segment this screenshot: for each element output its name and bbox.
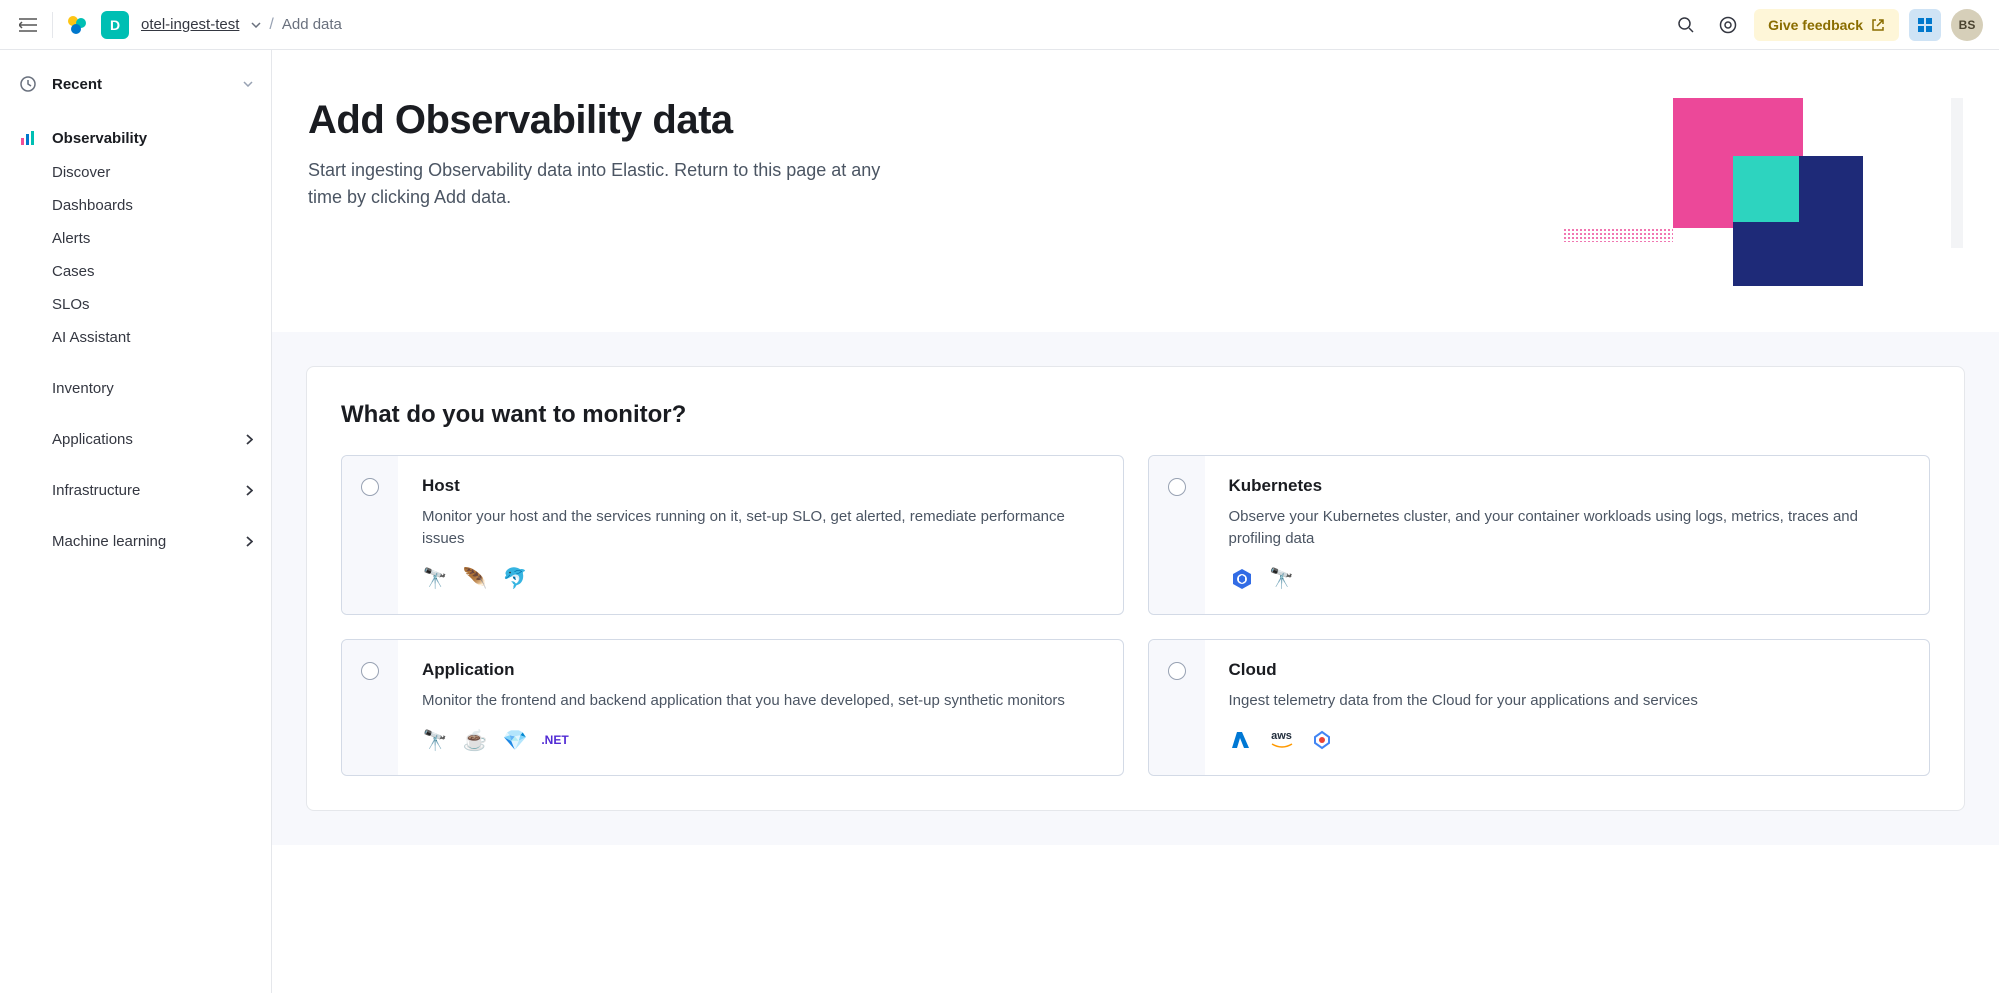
sidebar-recent[interactable]: Recent bbox=[8, 66, 263, 102]
option-kubernetes-desc: Observe your Kubernetes cluster, and you… bbox=[1229, 506, 1908, 550]
chevron-down-icon bbox=[243, 81, 253, 87]
option-host[interactable]: Host Monitor your host and the services … bbox=[341, 455, 1124, 615]
java-icon: ☕ bbox=[462, 727, 488, 753]
sidebar-observability[interactable]: Observability bbox=[8, 120, 263, 156]
monitor-card: What do you want to monitor? Host Monito… bbox=[306, 366, 1965, 811]
clock-icon bbox=[18, 74, 38, 94]
sidebar-item-inventory[interactable]: Inventory bbox=[8, 372, 263, 405]
option-host-title: Host bbox=[422, 476, 1101, 496]
main-content: Add Observability data Start ingesting O… bbox=[272, 50, 1999, 993]
option-kubernetes-title: Kubernetes bbox=[1229, 476, 1908, 496]
breadcrumb-project-link[interactable]: otel-ingest-test bbox=[141, 16, 239, 33]
search-icon bbox=[1677, 16, 1695, 34]
feedback-label: Give feedback bbox=[1768, 17, 1863, 33]
collapse-nav-button[interactable] bbox=[16, 13, 40, 37]
header-divider bbox=[52, 12, 53, 38]
give-feedback-button[interactable]: Give feedback bbox=[1754, 9, 1899, 41]
collapse-icon bbox=[19, 18, 37, 32]
page-header-text: Add Observability data Start ingesting O… bbox=[308, 98, 888, 288]
telescope-icon: 🔭 bbox=[422, 727, 448, 753]
chevron-right-icon bbox=[246, 434, 253, 445]
breadcrumb-current: Add data bbox=[282, 16, 342, 33]
external-link-icon bbox=[1871, 18, 1885, 32]
sidebar-item-discover[interactable]: Discover bbox=[8, 156, 263, 189]
option-kubernetes-icons: 🔭 bbox=[1229, 566, 1908, 592]
page-header: Add Observability data Start ingesting O… bbox=[272, 50, 1999, 332]
sidebar-item-ai-assistant[interactable]: AI Assistant bbox=[8, 321, 263, 354]
space-selector[interactable]: D bbox=[101, 11, 129, 39]
search-button[interactable] bbox=[1670, 9, 1702, 41]
sidebar: Recent Observability Discover Dashboards… bbox=[0, 50, 272, 993]
sidebar-item-slos[interactable]: SLOs bbox=[8, 288, 263, 321]
telescope-icon: 🔭 bbox=[1269, 566, 1295, 592]
chevron-right-icon bbox=[246, 536, 253, 547]
monitor-options-grid: Host Monitor your host and the services … bbox=[341, 455, 1930, 776]
option-application-icons: 🔭 ☕ 💎 .NET bbox=[422, 727, 1101, 753]
option-cloud-title: Cloud bbox=[1229, 660, 1908, 680]
infrastructure-label: Infrastructure bbox=[52, 482, 140, 499]
sidebar-item-machine-learning[interactable]: Machine learning bbox=[8, 525, 263, 558]
feather-icon: 🪶 bbox=[462, 566, 488, 592]
chevron-right-icon bbox=[246, 485, 253, 496]
option-host-icons: 🔭 🪶 🐬 bbox=[422, 566, 1101, 592]
chevron-down-icon[interactable] bbox=[251, 22, 261, 28]
app-header: D otel-ingest-test / Add data Give feedb… bbox=[0, 0, 1999, 50]
observability-icon bbox=[18, 128, 38, 148]
option-application-desc: Monitor the frontend and backend applica… bbox=[422, 690, 1101, 712]
breadcrumb-separator: / bbox=[269, 16, 273, 34]
dotnet-icon: .NET bbox=[542, 727, 568, 753]
sidebar-item-dashboards[interactable]: Dashboards bbox=[8, 189, 263, 222]
radio-kubernetes[interactable] bbox=[1168, 478, 1186, 496]
option-cloud-icons: aws bbox=[1229, 727, 1908, 753]
header-right: Give feedback BS bbox=[1670, 9, 1983, 41]
lifebuoy-icon bbox=[1719, 16, 1737, 34]
apps-grid-icon bbox=[1917, 17, 1933, 33]
option-kubernetes[interactable]: Kubernetes Observe your Kubernetes clust… bbox=[1148, 455, 1931, 615]
breadcrumb: otel-ingest-test / Add data bbox=[141, 16, 342, 34]
sidebar-observability-label: Observability bbox=[52, 130, 147, 147]
mysql-icon: 🐬 bbox=[502, 566, 528, 592]
sidebar-item-cases[interactable]: Cases bbox=[8, 255, 263, 288]
option-host-desc: Monitor your host and the services runni… bbox=[422, 506, 1101, 550]
azure-icon bbox=[1229, 727, 1255, 753]
option-cloud[interactable]: Cloud Ingest telemetry data from the Clo… bbox=[1148, 639, 1931, 777]
gcp-icon bbox=[1309, 727, 1335, 753]
option-cloud-desc: Ingest telemetry data from the Cloud for… bbox=[1229, 690, 1908, 712]
content-area: What do you want to monitor? Host Monito… bbox=[272, 332, 1999, 845]
sidebar-item-infrastructure[interactable]: Infrastructure bbox=[8, 474, 263, 507]
telescope-icon: 🔭 bbox=[422, 566, 448, 592]
option-application[interactable]: Application Monitor the frontend and bac… bbox=[341, 639, 1124, 777]
radio-cloud[interactable] bbox=[1168, 662, 1186, 680]
applications-label: Applications bbox=[52, 431, 133, 448]
help-button[interactable] bbox=[1712, 9, 1744, 41]
radio-host[interactable] bbox=[361, 478, 379, 496]
page-title: Add Observability data bbox=[308, 98, 888, 143]
layout: Recent Observability Discover Dashboards… bbox=[0, 50, 1999, 993]
sidebar-item-applications[interactable]: Applications bbox=[8, 423, 263, 456]
header-left: D otel-ingest-test / Add data bbox=[16, 11, 1658, 39]
kubernetes-icon bbox=[1229, 566, 1255, 592]
page-subtitle: Start ingesting Observability data into … bbox=[308, 157, 888, 211]
machine-learning-label: Machine learning bbox=[52, 533, 166, 550]
apps-button[interactable] bbox=[1909, 9, 1941, 41]
option-application-title: Application bbox=[422, 660, 1101, 680]
sidebar-item-alerts[interactable]: Alerts bbox=[8, 222, 263, 255]
aws-icon: aws bbox=[1269, 727, 1295, 753]
monitor-heading: What do you want to monitor? bbox=[341, 401, 1930, 429]
ruby-icon: 💎 bbox=[502, 727, 528, 753]
user-avatar[interactable]: BS bbox=[1951, 9, 1983, 41]
radio-application[interactable] bbox=[361, 662, 379, 680]
sidebar-recent-label: Recent bbox=[52, 76, 102, 93]
hero-illustration bbox=[1563, 98, 1963, 288]
elastic-logo-icon[interactable] bbox=[65, 13, 89, 37]
